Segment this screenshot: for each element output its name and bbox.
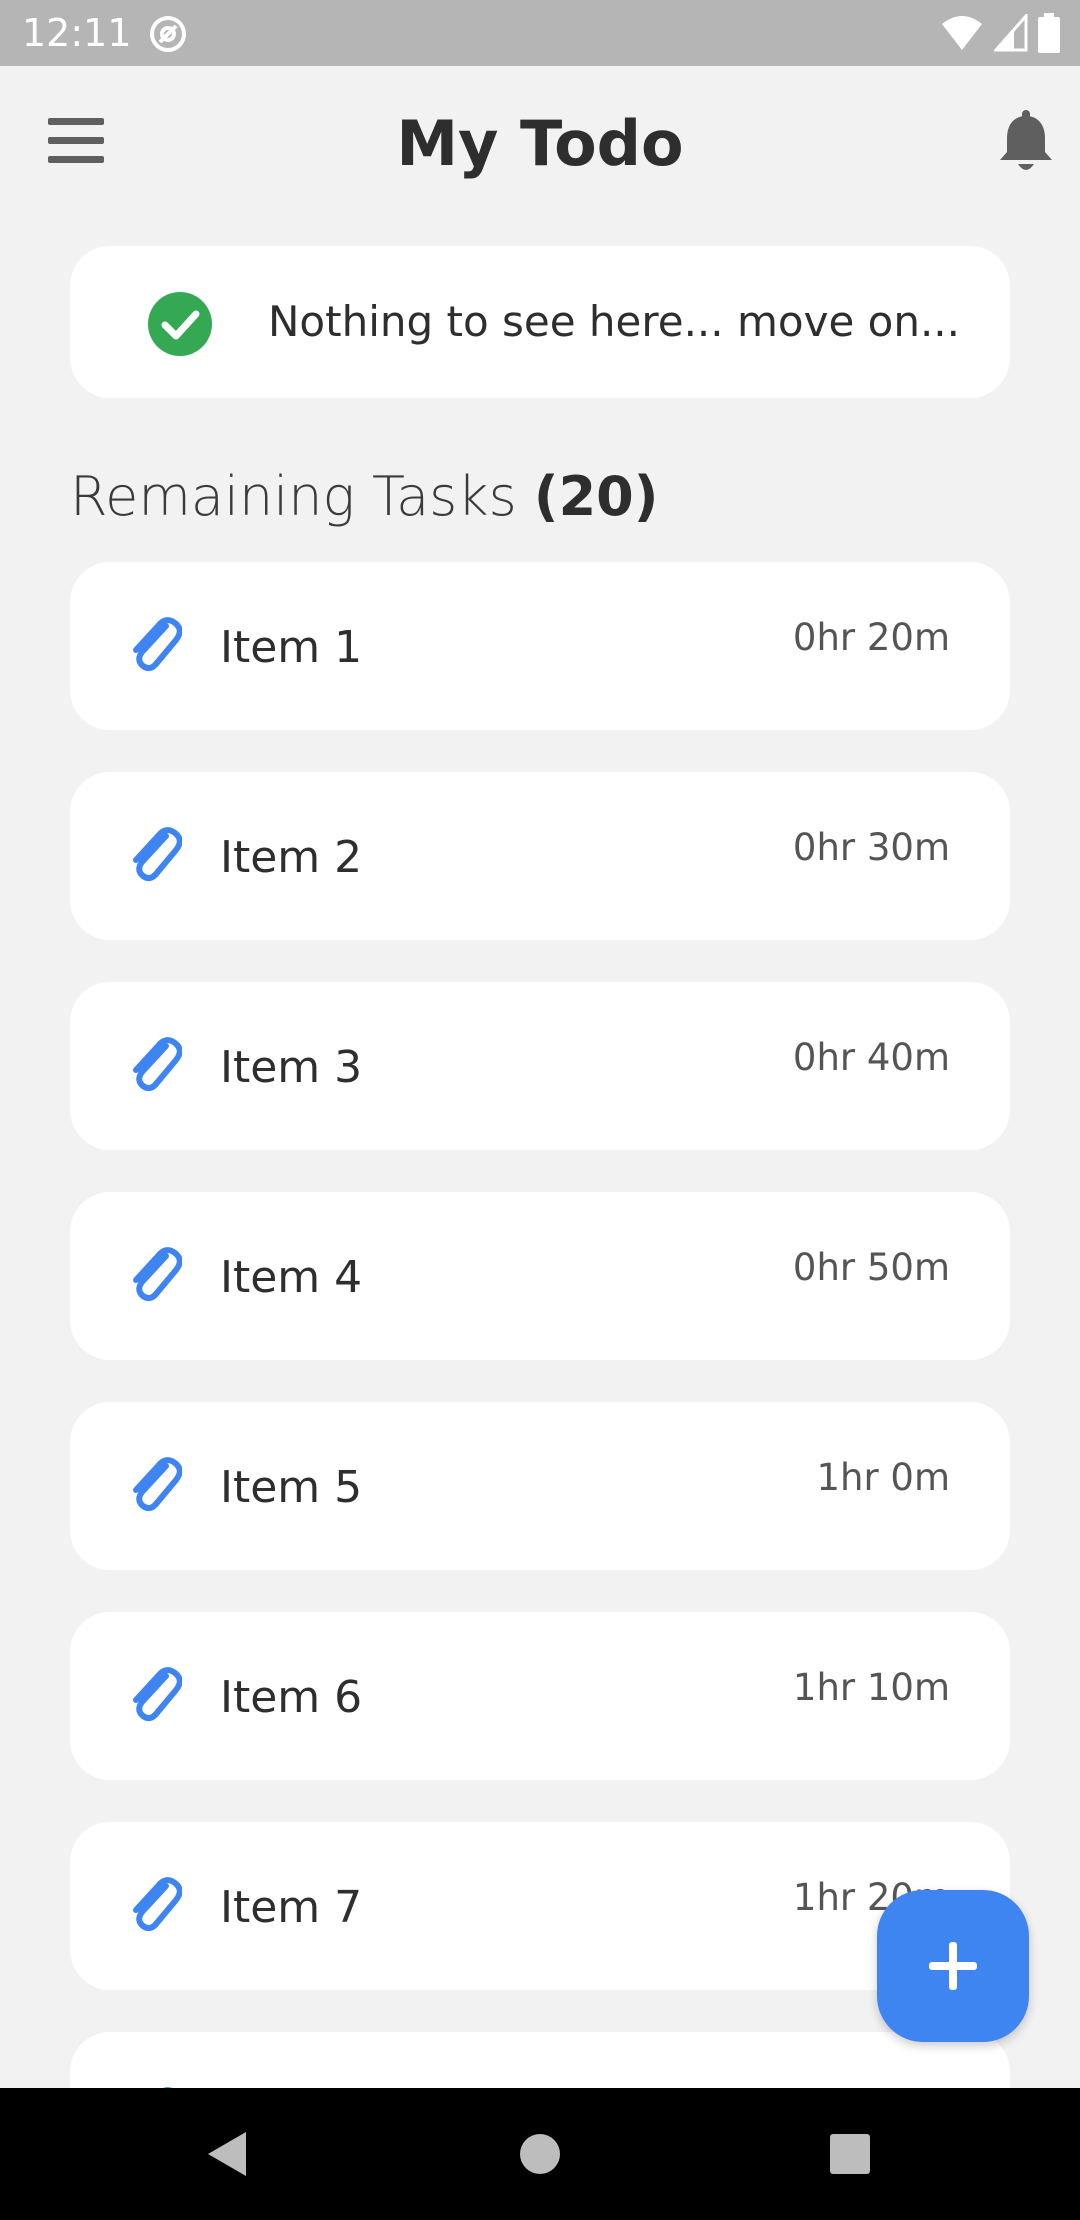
remaining-tasks-heading: Remaining Tasks (20): [70, 462, 658, 532]
status-time: 12:11: [22, 11, 132, 55]
status-bar: 12:11: [0, 0, 1080, 66]
paperclip-icon: [126, 1034, 183, 1096]
recent-apps-icon[interactable]: [828, 2088, 872, 2220]
task-card[interactable]: Item 4 0hr 50m: [70, 1192, 1010, 1360]
at-sign-icon: [150, 16, 186, 52]
section-label: Remaining Tasks: [70, 465, 517, 528]
system-nav-bar: [0, 2088, 1080, 2220]
task-label: Item 1: [220, 622, 363, 673]
task-card[interactable]: Item 1 0hr 20m: [70, 562, 1010, 730]
check-circle-icon: [148, 292, 212, 356]
task-card[interactable]: Item 5 1hr 0m: [70, 1402, 1010, 1570]
bell-icon[interactable]: [995, 110, 1057, 176]
paperclip-icon: [126, 1244, 183, 1306]
task-duration: 0hr 40m: [792, 1036, 950, 1079]
task-label: Item 2: [220, 832, 363, 883]
task-label: Item 4: [220, 1252, 363, 1303]
task-duration: 0hr 50m: [792, 1246, 950, 1289]
task-duration: 0hr 20m: [792, 616, 950, 659]
paperclip-icon: [126, 1454, 183, 1516]
home-icon[interactable]: [518, 2088, 562, 2220]
task-card[interactable]: Item 3 0hr 40m: [70, 982, 1010, 1150]
task-duration: 0hr 30m: [792, 826, 950, 869]
banner-message: Nothing to see here... move on...: [268, 297, 960, 346]
task-duration: 1hr 0m: [816, 1456, 950, 1499]
page-title: My Todo: [396, 107, 684, 180]
task-label: Item 7: [220, 1882, 363, 1933]
task-card[interactable]: [70, 2032, 1010, 2088]
add-task-button[interactable]: [877, 1890, 1029, 2042]
back-icon[interactable]: [200, 2088, 250, 2220]
task-label: Item 5: [220, 1462, 363, 1513]
task-card[interactable]: Item 2 0hr 30m: [70, 772, 1010, 940]
wifi-icon: [942, 16, 982, 50]
paperclip-icon: [126, 1664, 183, 1726]
paperclip-icon: [126, 824, 183, 886]
battery-icon: [1038, 13, 1060, 53]
plus-icon: [929, 1942, 977, 1990]
task-list[interactable]: Item 1 0hr 20m Item 2 0hr 30m Item 3 0hr 40m I…: [70, 562, 1010, 2088]
empty-state-banner: Nothing to see here... move on...: [70, 246, 1010, 398]
cell-signal-icon: [994, 14, 1028, 52]
paperclip-icon: [126, 1874, 183, 1936]
paperclip-icon: [126, 614, 183, 676]
task-card[interactable]: Item 7 1hr 20m: [70, 1822, 1010, 1990]
status-icons: [940, 12, 1060, 54]
task-label: Item 6: [220, 1672, 363, 1723]
task-card[interactable]: Item 6 1hr 10m: [70, 1612, 1010, 1780]
task-label: Item 3: [220, 1042, 363, 1093]
task-duration: 1hr 10m: [792, 1666, 950, 1709]
task-count: (20): [533, 465, 659, 528]
app-bar: My Todo: [0, 66, 1080, 236]
